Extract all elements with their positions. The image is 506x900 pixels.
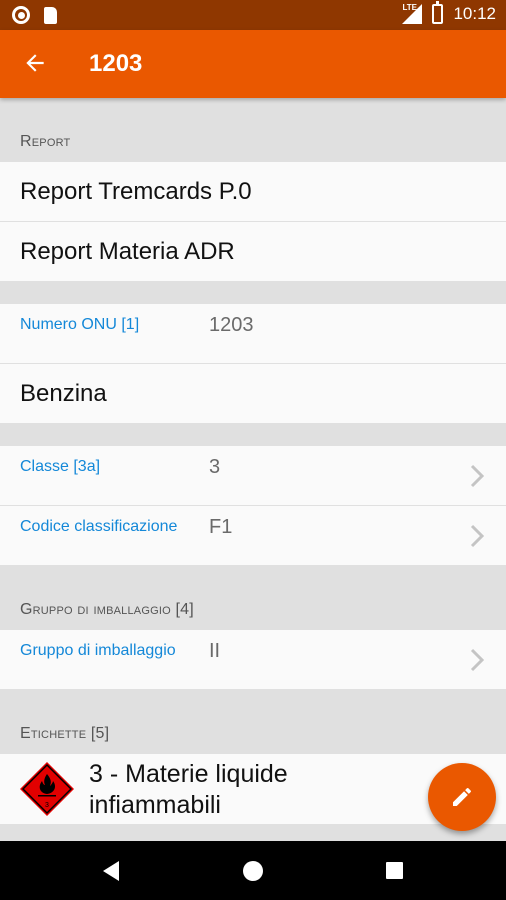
class-row[interactable]: Classe [3a] 3 [0, 446, 506, 506]
network-type: LTE [402, 3, 417, 12]
section-header-labels: Etichette [5] [20, 725, 110, 742]
class-value: 3 [209, 456, 221, 478]
nav-back-icon[interactable] [101, 860, 121, 882]
packing-group-value: II [209, 640, 221, 662]
class-key: Classe [3a] [20, 458, 101, 475]
app-bar: 1203 [0, 30, 506, 98]
packing-group-row[interactable]: Gruppo di imballaggio II [0, 630, 506, 690]
flammable-liquid-diamond-icon: 3 [20, 762, 74, 816]
nav-home-icon[interactable] [243, 861, 263, 881]
onu-key: Numero ONU [1] [20, 316, 140, 333]
edit-pencil-icon [453, 788, 471, 806]
classification-code-row[interactable]: Codice classificazione F1 [0, 506, 506, 566]
page-title: 1203 [89, 50, 143, 77]
report-materia-adr-item[interactable]: Report Materia ADR [0, 222, 506, 282]
detail-list[interactable]: Report Report Tremcards P.0 Report Mater… [0, 98, 506, 841]
classification-code-key: Codice classificazione [20, 518, 178, 535]
chevron-right-icon [470, 464, 484, 488]
chevron-right-icon [470, 524, 484, 548]
onu-value: 1203 [209, 314, 254, 336]
report-tremcards-item[interactable]: Report Tremcards P.0 [0, 162, 506, 222]
screen: LTE 10:12 1203 Report Report Tremcards P… [0, 0, 506, 900]
nav-recent-apps-icon[interactable] [386, 862, 403, 879]
arrow-back-icon[interactable] [22, 50, 48, 76]
packing-group-key: Gruppo di imballaggio [20, 642, 176, 659]
section-header-packing: Gruppo di imballaggio [4] [20, 601, 194, 618]
edit-button[interactable] [428, 763, 496, 831]
system-navigation-bar [0, 841, 506, 900]
chevron-right-icon [470, 648, 484, 672]
section-header-report: Report [20, 133, 71, 150]
status-bar: LTE 10:12 [0, 0, 506, 30]
status-time: 10:12 [453, 4, 496, 23]
substance-name: Benzina [0, 364, 506, 424]
notification-circle-icon [12, 6, 30, 24]
onu-number-row: Numero ONU [1] 1203 [0, 304, 506, 364]
label-item-text: 3 - Materie liquide infiammabili [89, 760, 288, 819]
sd-card-icon [44, 6, 57, 24]
label-class-number: 3 [45, 802, 49, 809]
classification-code-value: F1 [209, 516, 233, 538]
lte-signal-icon: LTE [402, 3, 423, 24]
battery-icon [432, 1, 444, 24]
